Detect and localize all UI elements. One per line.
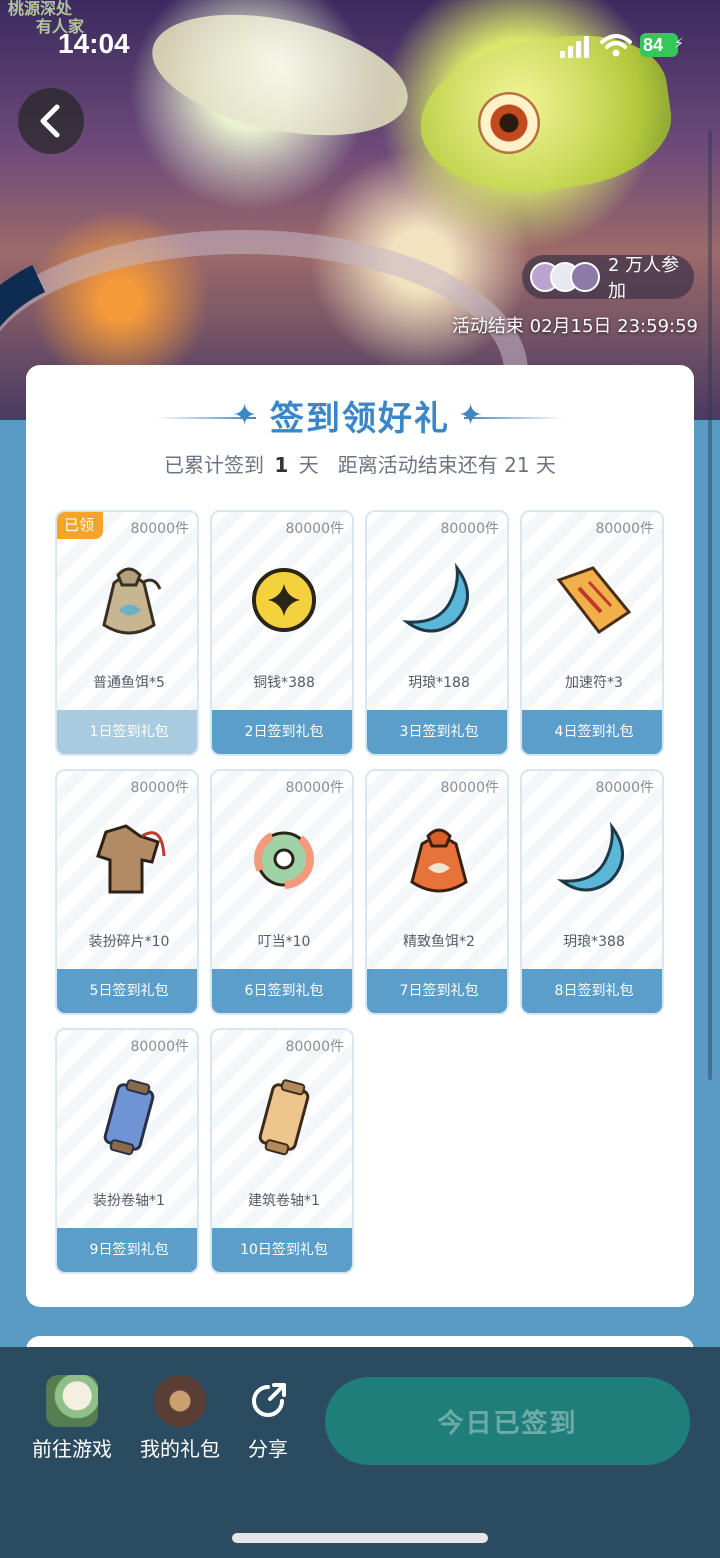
gift-icon xyxy=(154,1375,206,1427)
share-label: 分享 xyxy=(248,1437,288,1461)
stock-count: 80000件 xyxy=(285,1039,344,1055)
item-name: 建筑卷轴*1 xyxy=(248,1193,320,1209)
stock-count: 80000件 xyxy=(595,780,654,796)
my-gifts-button[interactable]: 我的礼包 xyxy=(134,1375,226,1462)
activity-end-time: 活动结束 02月15日 23:59:59 xyxy=(451,316,698,337)
bait-bag-icon xyxy=(102,567,162,635)
bottom-action-bar: 前往游戏 我的礼包 分享 今日已签到 xyxy=(0,1347,720,1558)
reward-card-day-9[interactable]: 80000件 装扮卷轴*1 9日签到礼包 xyxy=(55,1028,199,1274)
item-name: 普通鱼饵*5 xyxy=(93,675,165,691)
status-bar: 14:04 84 ⚡ xyxy=(0,26,720,66)
ring-coin-icon xyxy=(254,829,314,889)
share-icon xyxy=(242,1375,294,1427)
wifi-icon xyxy=(600,34,632,57)
fish-lantern-eye xyxy=(478,92,540,154)
checkin-days-count: 1 xyxy=(274,453,289,477)
participant-avatars xyxy=(530,262,600,292)
pack-label: 7日签到礼包 xyxy=(367,969,507,1013)
checkin-card: ✦ 签到领好礼 ✦ 已累计签到 1 天 距离活动结束还有 21 天 已领 800… xyxy=(26,365,694,1307)
participants-count: 2 万人参加 xyxy=(608,255,680,302)
beige-scroll-icon xyxy=(258,1079,310,1156)
cellular-signal-icon xyxy=(560,36,589,58)
coin-icon xyxy=(252,568,316,632)
home-indicator[interactable] xyxy=(232,1533,488,1543)
item-name: 叮当*10 xyxy=(257,934,311,950)
card-title-row: ✦ 签到领好礼 ✦ xyxy=(26,395,694,443)
reward-card-day-4[interactable]: 80000件 加速符*3 4日签到礼包 xyxy=(520,510,664,756)
sparkle-icon: ✦ xyxy=(458,398,484,433)
pack-label: 9日签到礼包 xyxy=(57,1228,197,1272)
share-button[interactable]: 分享 xyxy=(238,1375,298,1462)
days-remaining-text: 距离活动结束还有 21 天 xyxy=(337,453,556,477)
go-to-game-button[interactable]: 前往游戏 xyxy=(30,1375,114,1462)
pack-label: 6日签到礼包 xyxy=(212,969,352,1013)
pack-label: 2日签到礼包 xyxy=(212,710,352,754)
checkin-button[interactable]: 今日已签到 xyxy=(325,1377,690,1465)
stock-count: 80000件 xyxy=(440,780,499,796)
go-to-game-label: 前往游戏 xyxy=(32,1437,112,1461)
item-name: 玥琅*188 xyxy=(408,675,470,691)
back-button[interactable] xyxy=(18,88,84,154)
pack-label: 4日签到礼包 xyxy=(522,710,662,754)
talisman-icon xyxy=(556,566,632,635)
claimed-tag: 已领 xyxy=(57,512,104,539)
card-title: 签到领好礼 xyxy=(270,399,450,439)
white-fish-lantern xyxy=(141,0,419,156)
crescent-gem-icon xyxy=(557,821,624,892)
pack-label: 10日签到礼包 xyxy=(212,1228,352,1272)
reward-card-day-2[interactable]: 80000件 铜钱*388 2日签到礼包 xyxy=(210,510,354,756)
reward-card-day-7[interactable]: 80000件 精致鱼饵*2 7日签到礼包 xyxy=(365,769,509,1015)
game-app-icon xyxy=(46,1375,98,1427)
outfit-shard-icon xyxy=(96,824,166,894)
subtitle-prefix: 已累计签到 xyxy=(164,453,265,477)
battery-indicator: 84 xyxy=(640,33,678,57)
crescent-gem-icon xyxy=(402,562,469,633)
item-name: 精致鱼饵*2 xyxy=(403,934,475,950)
stock-count: 80000件 xyxy=(130,780,189,796)
stock-count: 80000件 xyxy=(130,1039,189,1055)
reward-card-day-10[interactable]: 80000件 建筑卷轴*1 10日签到礼包 xyxy=(210,1028,354,1274)
status-time: 14:04 xyxy=(58,28,130,59)
fine-bait-bag-icon xyxy=(410,828,468,893)
subtitle-unit: 天 xyxy=(298,453,319,477)
blue-scroll-icon xyxy=(103,1079,155,1156)
pack-label: 8日签到礼包 xyxy=(522,969,662,1013)
item-name: 装扮碎片*10 xyxy=(88,934,170,950)
scrollbar[interactable] xyxy=(708,130,712,1080)
pack-label: 3日签到礼包 xyxy=(367,710,507,754)
participants-badge: 2 万人参加 xyxy=(522,255,694,302)
item-name: 装扮卷轴*1 xyxy=(93,1193,165,1209)
chevron-left-icon xyxy=(40,104,60,138)
reward-card-day-6[interactable]: 80000件 叮当*10 6日签到礼包 xyxy=(210,769,354,1015)
stock-count: 80000件 xyxy=(130,521,189,537)
item-name: 铜钱*388 xyxy=(253,675,315,691)
game-logo-line1: 桃源深处 xyxy=(8,0,73,18)
sparkle-icon: ✦ xyxy=(232,398,258,433)
my-gifts-label: 我的礼包 xyxy=(140,1437,220,1461)
reward-card-day-3[interactable]: 80000件 玥琅*188 3日签到礼包 xyxy=(365,510,509,756)
pack-label: 5日签到礼包 xyxy=(57,969,197,1013)
stock-count: 80000件 xyxy=(440,521,499,537)
stock-count: 80000件 xyxy=(285,780,344,796)
reward-card-day-1[interactable]: 已领 80000件 普通鱼饵*5 1日签到礼包 xyxy=(55,510,199,756)
checkin-progress-text: 已累计签到 1 天 距离活动结束还有 21 天 xyxy=(26,449,694,478)
item-name: 玥琅*388 xyxy=(563,934,625,950)
reward-card-day-5[interactable]: 80000件 装扮碎片*10 5日签到礼包 xyxy=(55,769,199,1015)
stock-count: 80000件 xyxy=(595,521,654,537)
avatar xyxy=(570,262,600,292)
item-name: 加速符*3 xyxy=(565,675,623,691)
stock-count: 80000件 xyxy=(285,521,344,537)
reward-card-day-8[interactable]: 80000件 玥琅*388 8日签到礼包 xyxy=(520,769,664,1015)
pack-label: 1日签到礼包 xyxy=(57,710,197,754)
title-divider-right xyxy=(464,417,564,419)
reward-grid: 已领 80000件 普通鱼饵*5 1日签到礼包 80000件 铜钱*388 2日… xyxy=(55,510,667,1274)
charging-bolt-icon: ⚡ xyxy=(674,36,684,52)
